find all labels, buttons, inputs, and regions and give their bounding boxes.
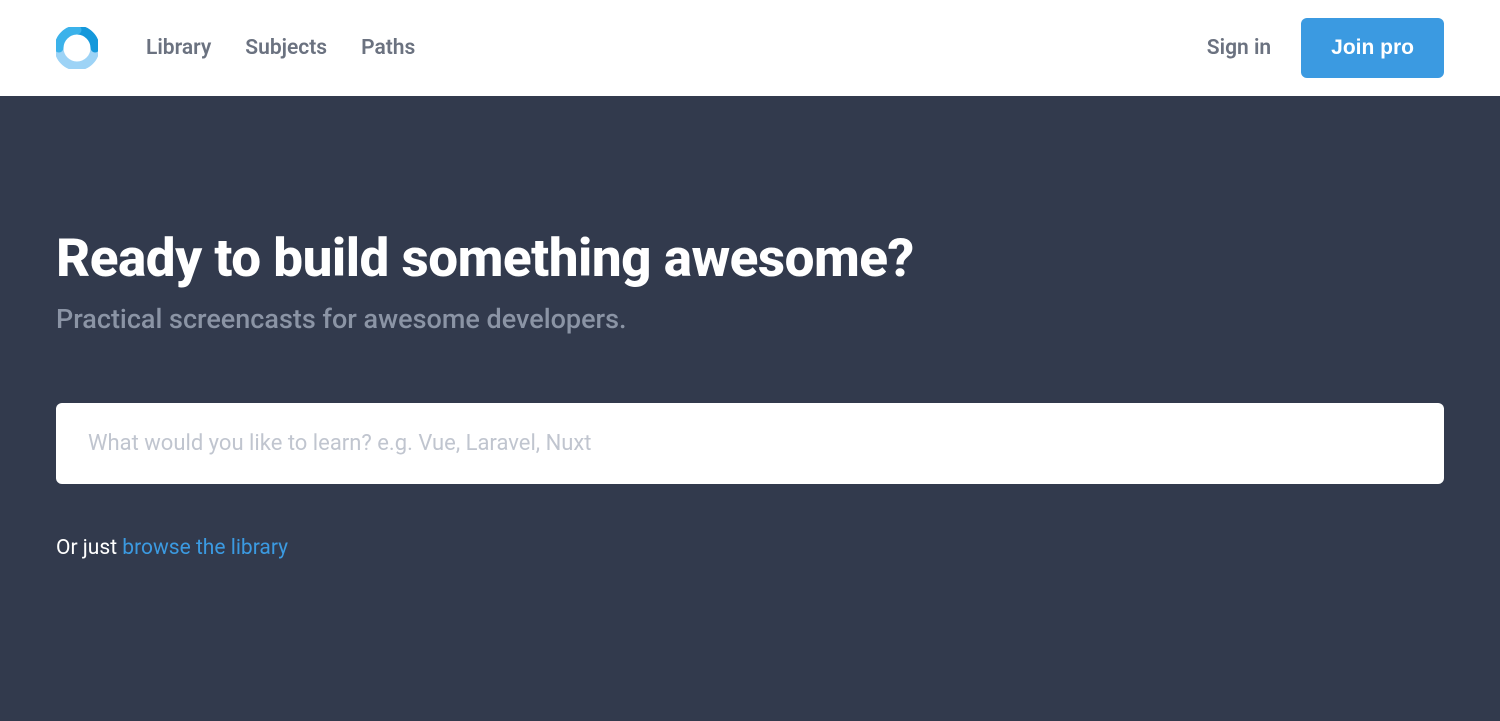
sign-in-link[interactable]: Sign in (1207, 36, 1271, 60)
join-pro-button[interactable]: Join pro (1301, 18, 1444, 78)
browse-prompt: Or just browse the library (56, 536, 1444, 560)
primary-nav: Library Subjects Paths (146, 36, 1207, 60)
nav-link-subjects[interactable]: Subjects (245, 36, 327, 60)
nav-link-library[interactable]: Library (146, 36, 211, 60)
nav-link-paths[interactable]: Paths (361, 36, 415, 60)
logo-icon[interactable] (56, 27, 98, 69)
search-input[interactable] (56, 403, 1444, 484)
browse-prefix: Or just (56, 536, 122, 560)
hero-title: Ready to build something awesome? (56, 227, 1444, 289)
hero-subtitle: Practical screencasts for awesome develo… (56, 303, 1444, 335)
site-header: Library Subjects Paths Sign in Join pro (0, 0, 1500, 96)
hero-section: Ready to build something awesome? Practi… (0, 96, 1500, 721)
header-actions: Sign in Join pro (1207, 18, 1444, 78)
browse-library-link[interactable]: browse the library (122, 536, 288, 560)
